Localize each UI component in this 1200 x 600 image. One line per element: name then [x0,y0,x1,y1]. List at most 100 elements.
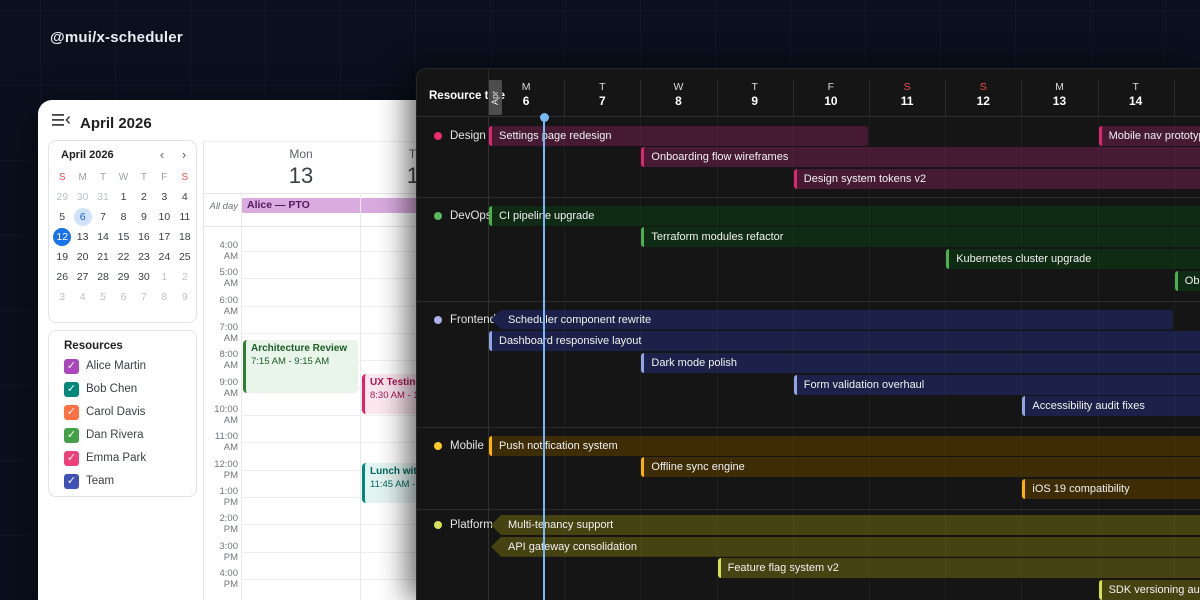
timeline-event[interactable]: Feature flag system v2 [718,558,1200,578]
mini-calendar-day[interactable]: 15 [113,227,133,247]
mini-calendar-day[interactable]: 3 [154,187,174,207]
mini-calendar-day[interactable]: 5 [93,287,113,307]
mini-calendar-day[interactable]: 9 [134,207,154,227]
day-header-label[interactable]: Mon [261,147,341,161]
checkbox-icon[interactable]: ✓ [64,359,79,374]
mini-calendar-day[interactable]: 21 [93,247,113,267]
mini-calendar-day[interactable]: 28 [93,267,113,287]
timeline-event[interactable]: API gateway consolidation [491,537,1200,557]
menu-collapse-icon[interactable] [52,113,70,127]
checkbox-icon[interactable]: ✓ [64,428,79,443]
calendar-event[interactable]: UX Testing Session8:30 AM - 10:00 AM [362,374,418,414]
timeline-event[interactable]: Onboarding flow wireframes [641,147,1200,167]
mini-calendar-day[interactable]: 22 [113,247,133,267]
timeline-event[interactable]: Push notification system [489,436,1200,456]
checkbox-icon[interactable]: ✓ [64,405,79,420]
timeline-event[interactable]: Offline sync engine [641,457,1200,477]
checkbox-icon[interactable]: ✓ [64,474,79,489]
mini-calendar-day[interactable]: 27 [72,267,92,287]
resource-item[interactable]: ✓Emma Park [49,447,196,470]
mini-calendar-day[interactable]: 19 [52,247,72,267]
resource-item[interactable]: ✓Dan Rivera [49,424,196,447]
timeline-resource-label[interactable]: Frontend [434,314,496,326]
mini-calendar-day[interactable]: 29 [113,267,133,287]
mini-calendar-day[interactable]: 1 [154,267,174,287]
timeline-day-header[interactable]: T14 [1098,80,1174,116]
timeline-event[interactable]: CI pipeline upgrade [489,206,1200,226]
timeline-event[interactable]: Dashboard responsive layout [489,331,1200,351]
mini-calendar-day[interactable]: 16 [134,227,154,247]
timeline-event[interactable]: Form validation overhaul [794,375,1200,395]
timeline-event[interactable]: Dark mode polish [641,353,1200,373]
timeline-day-header[interactable]: W15 [1174,80,1200,116]
timeline-day-header[interactable]: M13 [1021,80,1097,116]
resource-item[interactable]: ✓Alice Martin [49,355,196,378]
day-header-number[interactable]: 13 [261,163,341,189]
timeline-day-header[interactable]: M6 [488,80,564,116]
mini-calendar-day[interactable]: 26 [52,267,72,287]
timeline-day-header[interactable]: T7 [564,80,640,116]
mini-calendar-day[interactable]: 5 [52,207,72,227]
mini-calendar-day[interactable]: 20 [72,247,92,267]
next-day-header-number[interactable]: 14 [379,163,418,189]
timeline-resource-label[interactable]: Mobile [434,440,484,452]
mini-calendar-day[interactable]: 2 [175,267,195,287]
mini-calendar-day[interactable]: 13 [72,227,92,247]
timeline-event[interactable]: Mobile nav prototype [1099,126,1200,146]
selected-day-indicator[interactable]: 12 [53,228,71,246]
mini-calendar-day[interactable]: 23 [134,247,154,267]
next-month-icon[interactable]: › [177,147,191,162]
next-day-header-label[interactable]: Tue [379,147,418,161]
mini-calendar-day[interactable]: 17 [154,227,174,247]
mini-calendar-day[interactable]: 2 [134,187,154,207]
mini-calendar-day[interactable]: 8 [113,207,133,227]
resource-item[interactable]: ✓Carol Davis [49,401,196,424]
mini-calendar-day[interactable]: 30 [72,187,92,207]
mini-calendar-day[interactable]: 31 [93,187,113,207]
mini-calendar-day[interactable]: 18 [175,227,195,247]
mini-calendar-day[interactable]: 7 [93,207,113,227]
timeline-event[interactable]: Design system tokens v2 [794,169,1200,189]
timeline-event[interactable]: Observability [1175,271,1200,291]
timeline-resource-label[interactable]: Design [434,130,486,142]
mini-calendar-day[interactable]: 7 [134,287,154,307]
mini-calendar-day[interactable]: 1 [113,187,133,207]
timeline-event[interactable]: Multi-tenancy support [491,515,1200,535]
resource-item[interactable]: ✓Bob Chen [49,378,196,401]
mini-calendar-day[interactable]: 4 [72,287,92,307]
mini-calendar-day[interactable]: 3 [52,287,72,307]
timeline-day-header[interactable]: W8 [640,80,716,116]
timeline-resource-label[interactable]: DevOps [434,210,492,222]
today-indicator[interactable]: 6 [74,208,92,226]
calendar-event[interactable]: Architecture Review7:15 AM - 9:15 AM [243,340,358,394]
mini-calendar-day[interactable]: 10 [154,207,174,227]
prev-month-icon[interactable]: ‹ [155,147,169,162]
mini-calendar-day[interactable]: 11 [175,207,195,227]
resource-item[interactable]: ✓Team [49,470,196,493]
mini-calendar-day[interactable]: 4 [175,187,195,207]
timeline-event[interactable]: Terraform modules refactor [641,227,1200,247]
timeline-resource-label[interactable]: Platform [434,519,493,531]
timeline-day-header[interactable]: T9 [717,80,793,116]
checkbox-icon[interactable]: ✓ [64,382,79,397]
mini-calendar-day[interactable]: 29 [52,187,72,207]
mini-calendar-day[interactable]: 12 [52,227,72,247]
mini-calendar-day[interactable]: 6 [72,207,92,227]
timeline-event[interactable]: Settings page redesign [489,126,868,146]
mini-calendar-day[interactable]: 6 [113,287,133,307]
timeline-event[interactable]: Scheduler component rewrite [491,310,1173,330]
mini-calendar-day[interactable]: 25 [175,247,195,267]
calendar-event[interactable]: Lunch with Client11:45 AM - 1:15 PM [362,463,418,503]
mini-calendar-day[interactable]: 9 [175,287,195,307]
timeline-day-header[interactable]: S11 [869,80,945,116]
mini-calendar-day[interactable]: 30 [134,267,154,287]
mini-calendar-day[interactable]: 24 [154,247,174,267]
timeline-day-header[interactable]: F10 [793,80,869,116]
mini-calendar-day[interactable]: 8 [154,287,174,307]
timeline-event[interactable]: Kubernetes cluster upgrade [946,249,1200,269]
timeline-event[interactable]: SDK versioning automation [1099,580,1200,600]
all-day-event[interactable]: Alice — PTO [241,198,418,213]
timeline-day-header[interactable]: S12 [945,80,1021,116]
checkbox-icon[interactable]: ✓ [64,451,79,466]
mini-calendar-day[interactable]: 14 [93,227,113,247]
